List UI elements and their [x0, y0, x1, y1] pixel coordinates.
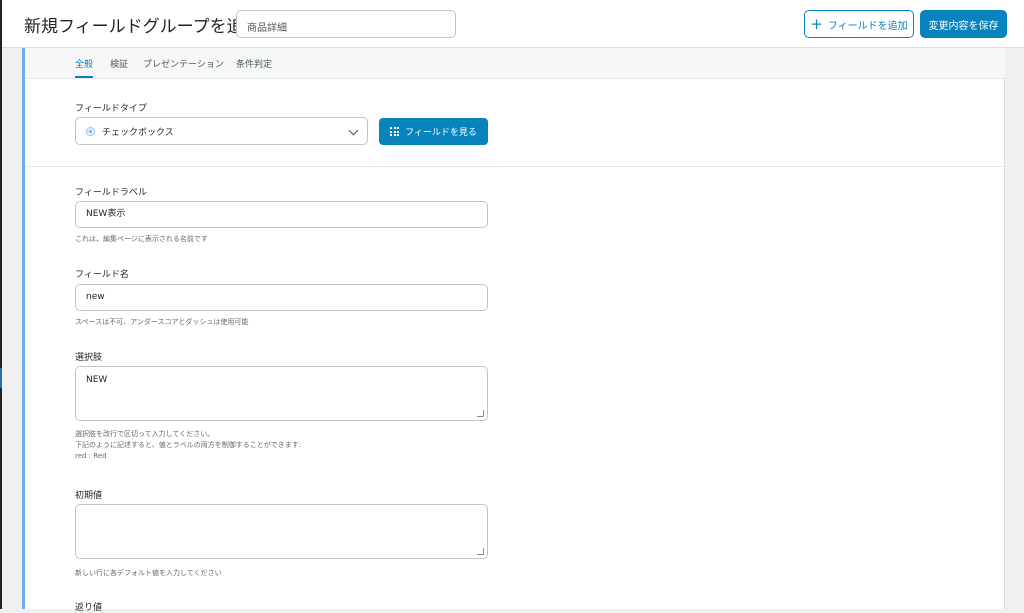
field-settings-panel: 全般 検証 プレゼンテーション 条件判定 フィールドタイプ チェックボックス フ… [22, 48, 1005, 613]
field-label-help: これは、編集ページに表示される名前です [75, 235, 208, 243]
choices-help-line-3: red : Red [75, 452, 107, 460]
default-value-textarea[interactable] [75, 504, 488, 559]
tab-general[interactable]: 全般 [75, 57, 93, 70]
tab-presentation[interactable]: プレゼンテーション [143, 57, 224, 70]
default-value-help: 新しい行に各デフォルト値を入力してください [75, 569, 222, 577]
choices-textarea[interactable]: NEW [75, 366, 488, 421]
choices-help-line-2: 下記のように記述すると、値とラベルの両方を制御することができます: [75, 441, 302, 449]
field-type-select[interactable]: チェックボックス [75, 117, 368, 145]
section-divider [25, 166, 1005, 167]
window-left-edge [0, 0, 2, 609]
field-name-input[interactable]: new [75, 284, 488, 311]
field-type-selected: チェックボックス [102, 127, 174, 138]
browse-fields-label: フィールドを見る [405, 128, 477, 138]
plus-icon: + [810, 14, 823, 33]
choices-heading: 選択肢 [75, 353, 103, 363]
field-label-input[interactable]: NEW表示 [75, 201, 488, 228]
choices-value: NEW [86, 375, 108, 385]
field-name-heading: フィールド名 [75, 270, 129, 280]
settings-tabs: 全般 検証 プレゼンテーション 条件判定 [25, 48, 1005, 79]
save-changes-button[interactable]: 変更内容を保存 [920, 10, 1007, 38]
top-bar: 新規フィールドグループを追加 商品詳細 + フィールドを追加 変更内容を保存 [2, 0, 1024, 48]
page-title: 新規フィールドグループを追加 [24, 17, 261, 37]
window-edge-marker [0, 368, 2, 388]
resize-handle[interactable] [477, 410, 484, 417]
tab-conditional-logic[interactable]: 条件判定 [236, 57, 272, 70]
browse-fields-button[interactable]: フィールドを見る [379, 118, 488, 145]
right-gutter [1005, 48, 1024, 609]
resize-handle[interactable] [477, 548, 484, 555]
field-group-title-input[interactable]: 商品詳細 [236, 10, 456, 38]
field-name-help: スペースは不可、アンダースコアとダッシュは使用可能 [75, 318, 249, 326]
chevron-down-icon [348, 125, 359, 136]
checkbox-type-icon [86, 126, 95, 136]
field-label-heading: フィールドラベル [75, 188, 147, 198]
choices-help-line-1: 選択肢を改行で区切って入力してください。 [75, 430, 215, 438]
return-value-heading: 返り値 [75, 603, 103, 613]
active-tab-indicator [75, 76, 93, 78]
add-field-button[interactable]: + フィールドを追加 [804, 10, 914, 38]
tab-validation[interactable]: 検証 [110, 57, 128, 70]
grid-icon [390, 127, 400, 136]
default-value-heading: 初期値 [75, 491, 103, 501]
field-type-label: フィールドタイプ [75, 104, 147, 114]
add-field-label: フィールドを追加 [827, 20, 908, 32]
